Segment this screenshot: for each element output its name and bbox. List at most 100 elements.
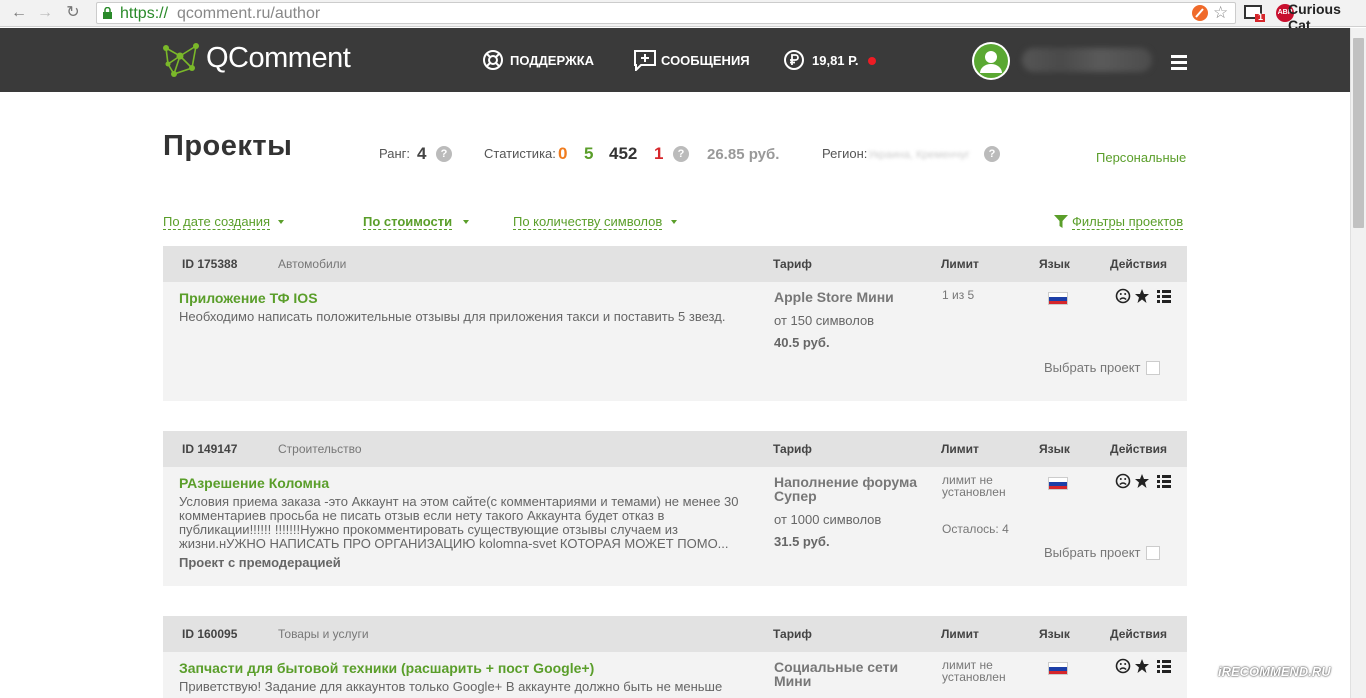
- project-id: ID 160095: [182, 627, 238, 641]
- col-tariff: Тариф: [773, 442, 812, 456]
- col-tariff: Тариф: [773, 627, 812, 641]
- col-limit: Лимит: [941, 442, 979, 456]
- personal-projects-link[interactable]: Персональные: [1096, 150, 1186, 165]
- project-title[interactable]: РАзрешение Коломна: [179, 475, 329, 491]
- project-card: ID 175388 Автомобили Тариф Лимит Язык Де…: [163, 246, 1187, 401]
- project-card: ID 149147 Строительство Тариф Лимит Язык…: [163, 431, 1187, 586]
- rank-label: Ранг:: [379, 146, 411, 161]
- username-blurred[interactable]: [1022, 48, 1152, 72]
- project-actions: [1115, 288, 1171, 304]
- chevron-down-icon: [463, 220, 469, 224]
- pick-project-checkbox[interactable]: [1146, 546, 1160, 560]
- reload-icon[interactable]: ↻: [64, 4, 82, 22]
- region-label: Регион:: [822, 146, 868, 161]
- lock-icon: [103, 7, 112, 19]
- project-limit: лимит не установлен: [942, 473, 1006, 499]
- messages-icon[interactable]: [633, 49, 657, 71]
- star-icon[interactable]: [1135, 659, 1149, 673]
- filter-icon[interactable]: [1054, 215, 1068, 229]
- project-tariff: Наполнение форума Супер: [774, 474, 917, 504]
- rank-help-icon[interactable]: ?: [436, 146, 452, 162]
- col-lang: Язык: [1039, 257, 1070, 271]
- project-title[interactable]: Приложение ТФ IOS: [179, 290, 318, 306]
- support-link[interactable]: ПОДДЕРЖКА: [510, 53, 594, 68]
- project-description: Необходимо написать положительные отзывы…: [179, 309, 726, 324]
- sad-face-icon[interactable]: [1115, 473, 1131, 489]
- project-limit: лимит не установлен: [942, 658, 1006, 684]
- region-help-icon[interactable]: ?: [984, 146, 1000, 162]
- site-header: QComment ПОДДЕРЖКА СООБЩЕНИЯ 19,81 Р.: [0, 28, 1350, 92]
- notification-dot: [868, 57, 876, 65]
- col-lang: Язык: [1039, 442, 1070, 456]
- sort-by-chars[interactable]: По количеству символов: [513, 214, 663, 230]
- watermark: iRECOMMEND.RU: [1218, 664, 1331, 679]
- russian-flag-icon: [1048, 292, 1068, 305]
- earned-amount: 26.85 руб.: [707, 146, 780, 163]
- sort-by-date[interactable]: По дате создания: [163, 214, 271, 230]
- list-icon[interactable]: [1157, 660, 1171, 673]
- address-bar[interactable]: https:// qcomment.ru/author ☆: [96, 2, 1236, 24]
- messages-link[interactable]: СООБЩЕНИЯ: [661, 53, 750, 68]
- pick-project-checkbox[interactable]: [1146, 361, 1160, 375]
- region-value: Украина, Кременчуг: [868, 149, 970, 160]
- project-title[interactable]: Запчасти для бытовой техники (расшарить …: [179, 660, 594, 676]
- card-header: ID 160095 Товары и услуги Тариф Лимит Яз…: [163, 616, 1187, 652]
- scrollbar-thumb[interactable]: [1353, 38, 1364, 228]
- extension-badge: 1: [1258, 12, 1264, 22]
- project-id: ID 175388: [182, 257, 238, 271]
- project-actions: [1115, 473, 1171, 489]
- card-header: ID 149147 Строительство Тариф Лимит Язык…: [163, 431, 1187, 467]
- col-limit: Лимит: [941, 627, 979, 641]
- pick-project-label: Выбрать проект: [1044, 545, 1141, 560]
- rank-value: 4: [417, 144, 427, 163]
- list-icon[interactable]: [1157, 475, 1171, 488]
- logo-text[interactable]: QComment: [206, 42, 351, 75]
- list-icon[interactable]: [1157, 290, 1171, 303]
- col-actions: Действия: [1110, 257, 1168, 271]
- project-tariff: Apple Store Мини: [774, 289, 894, 305]
- avatar[interactable]: [972, 42, 1010, 80]
- sad-face-icon[interactable]: [1115, 658, 1131, 674]
- project-price: 31.5 руб.: [774, 534, 830, 549]
- stat-green: 5: [584, 144, 594, 163]
- extension-pen-icon[interactable]: [1191, 4, 1209, 22]
- browser-toolbar: ← → ↻ https:// qcomment.ru/author ☆ 1 AB…: [0, 0, 1366, 33]
- forward-icon[interactable]: →: [36, 4, 54, 22]
- project-id: ID 149147: [182, 442, 238, 456]
- project-remaining: Осталось: 4: [942, 522, 1009, 536]
- balance-value[interactable]: 19,81 Р.: [812, 53, 858, 68]
- url-path: qcomment.ru/author: [177, 5, 321, 22]
- ruble-icon[interactable]: [783, 49, 805, 71]
- russian-flag-icon: [1048, 662, 1068, 675]
- support-lifebuoy-icon[interactable]: [482, 49, 504, 71]
- stats-help-icon[interactable]: ?: [673, 146, 689, 162]
- stat-total: 452: [609, 144, 638, 163]
- project-symbols: от 150 символов: [774, 313, 875, 328]
- project-description: Условия приема заказа -это Аккаунт на эт…: [179, 494, 739, 551]
- project-symbols: от 1000 символов: [774, 512, 882, 527]
- bookmark-star-icon[interactable]: ☆: [1213, 3, 1228, 23]
- pick-project-label: Выбрать проект: [1044, 360, 1141, 375]
- sad-face-icon[interactable]: [1115, 288, 1131, 304]
- back-icon[interactable]: ←: [10, 4, 28, 22]
- col-actions: Действия: [1110, 442, 1168, 456]
- project-filters-link[interactable]: Фильтры проектов: [1072, 214, 1184, 230]
- project-category: Товары и услуги: [278, 627, 369, 641]
- russian-flag-icon: [1048, 477, 1068, 490]
- sort-by-price[interactable]: По стоимости: [363, 214, 453, 230]
- stat-orange: 0: [558, 144, 568, 163]
- card-header: ID 175388 Автомобили Тариф Лимит Язык Де…: [163, 246, 1187, 282]
- project-actions: [1115, 658, 1171, 674]
- star-icon[interactable]: [1135, 289, 1149, 303]
- col-lang: Язык: [1039, 627, 1070, 641]
- page-scrollbar[interactable]: [1350, 28, 1366, 698]
- project-tariff: Социальные сети Мини: [774, 659, 899, 689]
- project-card: ID 160095 Товары и услуги Тариф Лимит Яз…: [163, 616, 1187, 698]
- star-icon[interactable]: [1135, 474, 1149, 488]
- project-limit: 1 из 5: [942, 288, 975, 302]
- menu-icon[interactable]: [1171, 55, 1187, 73]
- url-scheme: https://: [120, 5, 169, 22]
- qcomment-logo-icon[interactable]: [162, 42, 200, 78]
- col-limit: Лимит: [941, 257, 979, 271]
- premoderation-label: Проект с премодерацией: [179, 555, 341, 570]
